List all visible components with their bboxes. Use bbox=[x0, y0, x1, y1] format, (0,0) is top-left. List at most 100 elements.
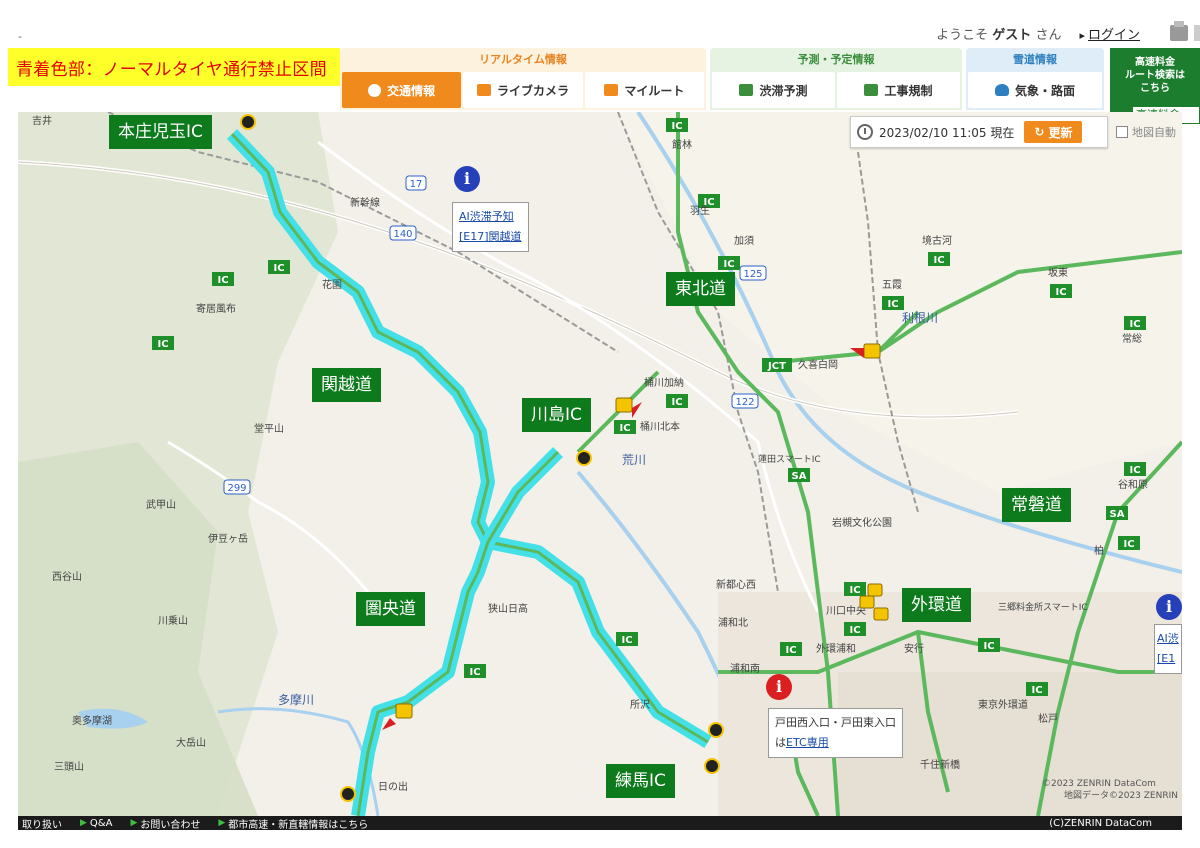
etc-only-link[interactable]: ETC専用 bbox=[786, 736, 829, 749]
place-label: 谷和原 bbox=[1118, 479, 1148, 491]
label-kanetsu: 関越道 bbox=[312, 368, 381, 402]
ai-congestion-link-2[interactable]: AI渋 bbox=[1157, 629, 1179, 649]
clock-icon bbox=[368, 83, 382, 97]
auto-map-label: 地図自動 bbox=[1132, 126, 1176, 139]
route-299-label: 299 bbox=[227, 483, 246, 494]
ic-marker: IC bbox=[1026, 682, 1048, 696]
label-honjo-kodama-ic: 本庄児玉IC bbox=[109, 115, 212, 149]
ai-congestion-link[interactable]: AI渋滞予知 bbox=[459, 207, 522, 227]
tab-traffic-info-label: 交通情報 bbox=[387, 83, 436, 98]
ai-congestion-popup-2[interactable]: AI渋 [E1 bbox=[1154, 624, 1182, 674]
ai-route-link-2[interactable]: [E1 bbox=[1157, 649, 1179, 669]
ai-route-link[interactable]: [E17]関越道 bbox=[459, 227, 522, 247]
place-label: 新幹線 bbox=[350, 196, 380, 209]
tire-regulation-icon[interactable] bbox=[576, 450, 592, 466]
page: { "topbar": { "dash": "-", "welcome_pref… bbox=[0, 0, 1200, 848]
place-label: 桶川加納 bbox=[644, 376, 684, 389]
ic-marker: IC bbox=[212, 272, 234, 286]
place-label: 寄居風布 bbox=[196, 302, 236, 315]
svg-text:IC: IC bbox=[621, 635, 632, 646]
route-shield-122: 122 bbox=[731, 393, 759, 409]
info-icon[interactable]: i bbox=[1156, 594, 1182, 620]
info-icon-alert[interactable]: i bbox=[766, 674, 792, 700]
tire-regulation-icon[interactable] bbox=[240, 114, 256, 130]
svg-text:IC: IC bbox=[671, 121, 682, 132]
snow-vehicle-icon[interactable] bbox=[859, 595, 875, 609]
tab-live-camera[interactable]: ライブカメラ bbox=[463, 72, 583, 108]
ic-marker: IC bbox=[844, 582, 866, 596]
tire-regulation-icon[interactable] bbox=[704, 758, 720, 774]
svg-text:IC: IC bbox=[723, 259, 734, 270]
forecast-panel: 予測・予定情報 渋滞予測 工事規制 bbox=[710, 48, 962, 110]
ai-congestion-popup[interactable]: AI渋滞予知 [E17]関越道 bbox=[452, 202, 529, 252]
place-label: 柏 bbox=[1094, 544, 1104, 557]
refresh-icon: ↻ bbox=[1034, 125, 1045, 139]
fee-line-3: こちら bbox=[1140, 83, 1170, 94]
tab-construction[interactable]: 工事規制 bbox=[837, 72, 960, 108]
svg-text:IC: IC bbox=[469, 667, 480, 678]
svg-text:IC: IC bbox=[983, 641, 994, 652]
ic-marker: IC bbox=[718, 256, 740, 270]
toda-etc-popup[interactable]: 戸田西入口・戸田東入口 はETC専用 bbox=[768, 708, 903, 758]
place-label: 千住新橋 bbox=[920, 758, 960, 771]
footer-handling-link[interactable]: 取り扱い bbox=[22, 816, 62, 831]
route-pin-icon bbox=[604, 84, 619, 96]
route-140-label: 140 bbox=[393, 229, 412, 240]
label-kawashima-ic: 川島IC bbox=[522, 398, 591, 432]
footer-urban-expressway-link[interactable]: ▶ 都市高速・新直轄情報はこちら bbox=[218, 816, 368, 831]
tire-regulation-icon[interactable] bbox=[340, 786, 356, 802]
svg-text:IC: IC bbox=[273, 263, 284, 274]
place-label: 新都心西 bbox=[716, 578, 756, 591]
ic-marker: IC bbox=[268, 260, 290, 274]
place-label: 松戸 bbox=[1038, 712, 1058, 725]
map-canvas[interactable]: 17 140 125 122 299 IC IC IC IC IC IC IC … bbox=[18, 112, 1182, 816]
footer-qa-link[interactable]: ▶ Q&A bbox=[80, 818, 112, 829]
route-17-label: 17 bbox=[410, 179, 423, 190]
tab-congestion-forecast[interactable]: 渋滞予測 bbox=[712, 72, 835, 108]
refresh-button[interactable]: ↻ 更新 bbox=[1024, 121, 1083, 143]
weather-icon bbox=[994, 84, 1009, 96]
route-shield-125: 125 bbox=[739, 265, 767, 281]
ic-marker: IC bbox=[928, 252, 950, 266]
ic-marker: IC bbox=[616, 632, 638, 646]
tab-traffic-info[interactable]: 交通情報 bbox=[342, 72, 462, 108]
toda-entrance-text: 戸田西入口・戸田東入口 bbox=[775, 716, 896, 729]
welcome-text: ようこそ ゲスト さん bbox=[936, 27, 1062, 43]
svg-text:IC: IC bbox=[671, 397, 682, 408]
snow-vehicle-icon[interactable] bbox=[873, 607, 889, 621]
refresh-label: 更新 bbox=[1048, 125, 1073, 140]
route-122-label: 122 bbox=[735, 397, 754, 408]
snow-vehicle-icon[interactable] bbox=[867, 583, 883, 597]
place-label: 花園 bbox=[322, 278, 342, 291]
place-label: 常総 bbox=[1122, 332, 1142, 345]
tab-my-route[interactable]: マイルート bbox=[584, 72, 704, 108]
tab-weather-road[interactable]: 気象・路面 bbox=[968, 72, 1102, 108]
auto-map-checkbox[interactable]: 地図自動 bbox=[1116, 124, 1176, 140]
sa-marker: SA bbox=[788, 468, 810, 482]
route-shield-140: 140 bbox=[389, 225, 417, 241]
triangle-icon: ▶ bbox=[218, 818, 226, 828]
fee-line-2: ルート検索は bbox=[1125, 70, 1185, 81]
place-label: 坂東 bbox=[1048, 266, 1068, 279]
svg-text:SA: SA bbox=[792, 471, 807, 482]
place-label: 岩槻文化公園 bbox=[832, 516, 892, 529]
route-shield-299: 299 bbox=[223, 479, 251, 495]
ic-marker: IC bbox=[882, 296, 904, 310]
tab-weather-road-label: 気象・路面 bbox=[1014, 83, 1075, 98]
tab-my-route-label: マイルート bbox=[624, 83, 685, 98]
place-label: 所沢 bbox=[630, 698, 650, 711]
update-time-box: 2023/02/10 11:05 現在 ↻ 更新 bbox=[850, 116, 1108, 148]
tire-regulation-icon[interactable] bbox=[708, 722, 724, 738]
login-link[interactable]: ログイン bbox=[1079, 24, 1140, 43]
print-icon[interactable] bbox=[1170, 21, 1188, 41]
corner-dash: - bbox=[18, 30, 22, 43]
sa-marker: SA bbox=[1106, 506, 1128, 520]
place-label: 外環浦和 bbox=[816, 642, 856, 655]
realtime-panel: リアルタイム情報 交通情報 ライブカメラ マイルート bbox=[340, 48, 706, 110]
car-icon bbox=[739, 84, 754, 96]
checkbox-box[interactable] bbox=[1116, 126, 1128, 138]
footer-bar: 取り扱い ▶ Q&A ▶ お問い合わせ ▶ 都市高速・新直轄情報はこちら (C)ZEN… bbox=[18, 816, 1182, 831]
svg-text:SA: SA bbox=[1110, 509, 1125, 520]
footer-contact-link[interactable]: ▶ お問い合わせ bbox=[130, 816, 200, 831]
info-icon[interactable]: i bbox=[454, 166, 480, 192]
